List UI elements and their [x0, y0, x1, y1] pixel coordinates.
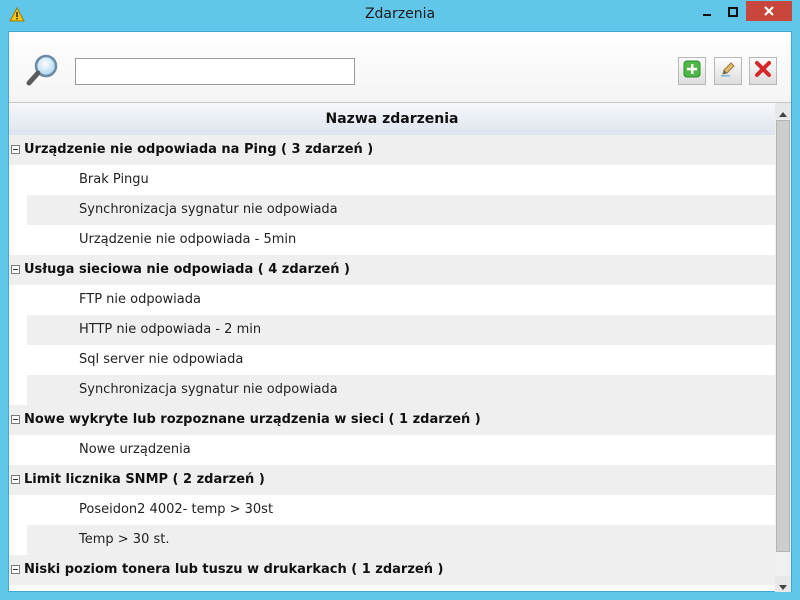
group-row[interactable]: Niski poziom tonera lub tuszu w drukarka… [9, 555, 775, 585]
close-button[interactable] [746, 1, 792, 21]
event-name: HTTP nie odpowiada - 2 min [79, 322, 262, 337]
table-row[interactable]: Nowe urządzenia [9, 435, 775, 465]
scroll-up-button[interactable] [775, 103, 791, 119]
maximize-icon [728, 2, 738, 21]
toolbar [9, 32, 791, 103]
row-cell: Urządzenie nie odpowiada - 5min [27, 225, 775, 255]
table-row[interactable]: FTP nie odpowiada [9, 285, 775, 315]
arrow-down-icon [779, 575, 787, 594]
table-row[interactable]: Urządzenie nie odpowiada - 5min [9, 225, 775, 255]
magnifier-icon [25, 52, 61, 88]
table-row[interactable]: Brak Pingu [9, 165, 775, 195]
row-cell: HTTP nie odpowiada - 2 min [27, 315, 775, 345]
minimize-button[interactable] [694, 1, 720, 21]
arrow-up-icon [779, 102, 787, 121]
row-cell: FTP nie odpowiada [27, 285, 775, 315]
event-name: Synchronizacja sygnatur nie odpowiada [79, 202, 338, 217]
row-cell: Sql server nie odpowiada [27, 345, 775, 375]
row-cell: Synchronizacja sygnatur nie odpowiada [27, 195, 775, 225]
title-bar[interactable]: Zdarzenia [0, 0, 800, 31]
client-area: Nazwa zdarzenia Urządzenie nie odpowiada… [8, 31, 792, 592]
window-title: Zdarzenia [364, 6, 436, 22]
x-icon [754, 60, 772, 82]
close-icon [763, 2, 775, 21]
group-label: Nowe wykryte lub rozpoznane urządzenia w… [24, 412, 481, 427]
collapse-icon[interactable] [11, 415, 20, 424]
row-cell: Brak Pingu [27, 165, 775, 195]
event-name: Urządzenie nie odpowiada - 5min [79, 232, 297, 247]
group-row[interactable]: Limit licznika SNMP ( 2 zdarzeń ) [9, 465, 775, 495]
table-row[interactable]: Sql server nie odpowiada [9, 345, 775, 375]
row-cell: Nowe urządzenia [27, 435, 775, 465]
event-name: Synchronizacja sygnatur nie odpowiada [79, 382, 338, 397]
pencil-icon [719, 60, 737, 82]
edit-button[interactable] [714, 57, 742, 85]
row-cell: Synchronizacja sygnatur nie odpowiada [27, 375, 775, 405]
table-row[interactable]: Poseidon2 4002- temp > 30st [9, 495, 775, 525]
events-table: Nazwa zdarzenia Urządzenie nie odpowiada… [9, 103, 775, 592]
group-row[interactable]: Usługa sieciowa nie odpowiada ( 4 zdarze… [9, 255, 775, 285]
delete-button[interactable] [749, 57, 777, 85]
collapse-icon[interactable] [11, 145, 20, 154]
event-name: Brak Pingu [79, 172, 149, 187]
search-input[interactable] [75, 58, 355, 85]
table-row[interactable]: Synchronizacja sygnatur nie odpowiada [9, 375, 775, 405]
event-name: Nowe urządzenia [79, 442, 191, 457]
table-row[interactable]: Temp > 30 st. [9, 525, 775, 555]
vertical-scrollbar[interactable] [775, 103, 791, 592]
row-cell: Poseidon2 4002- temp > 30st [27, 495, 775, 525]
group-label: Niski poziom tonera lub tuszu w drukarka… [24, 562, 444, 577]
event-name: FTP nie odpowiada [79, 292, 201, 307]
collapse-icon[interactable] [11, 565, 20, 574]
group-row[interactable]: Urządzenie nie odpowiada na Ping ( 3 zda… [9, 135, 775, 165]
plus-icon [683, 60, 701, 82]
add-button[interactable] [678, 57, 706, 85]
group-label: Usługa sieciowa nie odpowiada ( 4 zdarze… [24, 262, 350, 277]
minimize-icon [702, 2, 712, 21]
table-row[interactable]: Synchronizacja sygnatur nie odpowiada [9, 195, 775, 225]
scroll-down-button[interactable] [775, 576, 791, 592]
column-header[interactable]: Nazwa zdarzenia [9, 103, 775, 136]
table-rows: Urządzenie nie odpowiada na Ping ( 3 zda… [9, 135, 775, 585]
collapse-icon[interactable] [11, 475, 20, 484]
maximize-button[interactable] [720, 1, 746, 21]
table-row[interactable]: HTTP nie odpowiada - 2 min [9, 315, 775, 345]
event-name: Sql server nie odpowiada [79, 352, 244, 367]
group-label: Urządzenie nie odpowiada na Ping ( 3 zda… [24, 142, 374, 157]
collapse-icon[interactable] [11, 265, 20, 274]
event-name: Temp > 30 st. [79, 532, 170, 547]
group-label: Limit licznika SNMP ( 2 zdarzeń ) [24, 472, 265, 487]
events-window: Zdarzenia Nazwa zdarzenia Urządzenie nie… [0, 0, 800, 600]
event-name: Poseidon2 4002- temp > 30st [79, 502, 274, 517]
scroll-thumb[interactable] [776, 120, 790, 552]
row-cell: Temp > 30 st. [27, 525, 775, 555]
group-row[interactable]: Nowe wykryte lub rozpoznane urządzenia w… [9, 405, 775, 435]
